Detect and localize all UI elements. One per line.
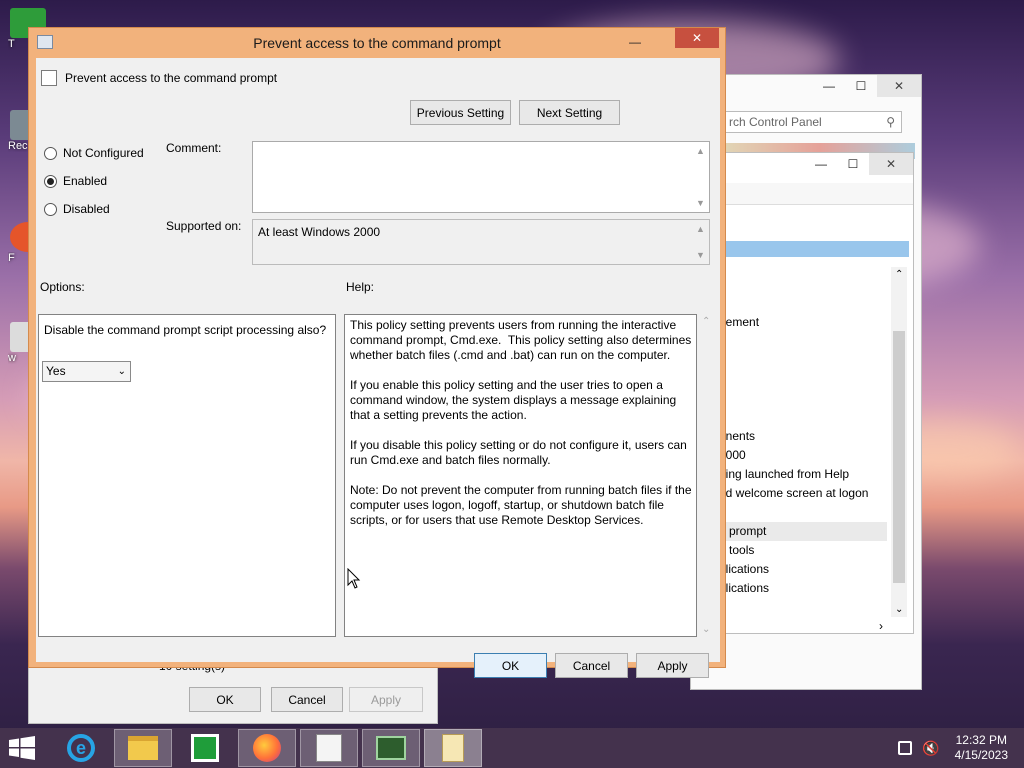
- help-text: This policy setting prevents users from …: [350, 318, 692, 527]
- scroll-down-icon[interactable]: ⌄: [895, 604, 903, 615]
- radio-not-configured[interactable]: Not Configured: [44, 146, 144, 160]
- apply-button[interactable]: Apply: [636, 653, 709, 678]
- search-placeholder: rch Control Panel: [729, 115, 822, 129]
- policy-name: Prevent access to the command prompt: [65, 71, 278, 85]
- taskbar-task-manager[interactable]: [362, 729, 420, 767]
- scroll-down-icon[interactable]: ▼: [696, 198, 705, 208]
- list-item[interactable]: eing launched from Help: [719, 465, 887, 484]
- help-label: Help:: [346, 280, 375, 294]
- taskbar-notes[interactable]: [424, 729, 482, 767]
- radio-circle: [44, 146, 57, 160]
- cancel-button[interactable]: Cancel: [555, 653, 628, 678]
- minimize-icon[interactable]: —: [619, 31, 651, 53]
- scroll-up-icon[interactable]: ▲: [696, 224, 705, 234]
- firefox-icon: [253, 734, 281, 762]
- radio-circle: [44, 202, 57, 216]
- search-icon: ⚲: [886, 115, 895, 129]
- menu-bar: [701, 183, 913, 205]
- volume-muted-icon[interactable]: 🔇: [922, 740, 939, 757]
- next-setting-button[interactable]: Next Setting: [519, 100, 620, 125]
- comment-label: Comment:: [166, 141, 222, 155]
- header-strip: [701, 241, 909, 257]
- close-icon[interactable]: ✕: [675, 28, 719, 48]
- list-item[interactable]: plications: [719, 579, 887, 598]
- task-manager-icon: [376, 736, 406, 760]
- scroll-thumb[interactable]: [893, 331, 905, 583]
- back-apply-button[interactable]: Apply: [349, 687, 423, 712]
- scroll-right-icon[interactable]: ›: [879, 619, 883, 633]
- list-item[interactable]: ed welcome screen at logon: [719, 484, 887, 503]
- list-item[interactable]: plications: [719, 560, 887, 579]
- help-panel: This policy setting prevents users from …: [344, 314, 697, 637]
- ie-icon: e: [67, 734, 95, 762]
- notepad-icon: [316, 734, 342, 762]
- chevron-down-icon: ⌄: [117, 366, 126, 377]
- taskbar-notepad[interactable]: [300, 729, 358, 767]
- store-icon: [191, 734, 219, 762]
- scroll-down-icon[interactable]: ⌄: [702, 624, 710, 635]
- taskbar: e 🔇 12:32 PM 4/15/2023: [0, 728, 1024, 768]
- scroll-up-icon[interactable]: ⌃: [702, 316, 710, 327]
- policy-icon: [41, 70, 57, 86]
- comment-input[interactable]: ▲ ▼: [252, 141, 710, 213]
- radio-enabled[interactable]: Enabled: [44, 174, 107, 188]
- close-icon[interactable]: ✕: [877, 75, 921, 97]
- supported-scrollbar[interactable]: ▲ ▼: [693, 221, 708, 263]
- list-item-selected[interactable]: d prompt: [715, 522, 887, 541]
- notes-icon: [442, 734, 464, 762]
- close-icon[interactable]: ✕: [869, 153, 913, 175]
- ok-button[interactable]: OK: [474, 653, 547, 678]
- comment-scrollbar[interactable]: ▲ ▼: [693, 143, 708, 211]
- maximize-icon[interactable]: ☐: [845, 75, 877, 97]
- policy-dialog[interactable]: Prevent access to the command prompt — ✕…: [28, 27, 726, 678]
- supported-on-label: Supported on:: [166, 219, 242, 233]
- search-input[interactable]: rch Control Panel ⚲: [725, 111, 902, 133]
- back-ok-button[interactable]: OK: [189, 687, 261, 712]
- start-button[interactable]: [8, 736, 36, 760]
- supported-on-field: At least Windows 2000 ▲ ▼: [252, 219, 710, 265]
- help-scrollbar[interactable]: ⌃ ⌄: [698, 314, 714, 637]
- list-item[interactable]: onents: [719, 427, 887, 446]
- script-processing-select[interactable]: Yes ⌄: [42, 361, 131, 382]
- taskbar-store[interactable]: [176, 729, 234, 767]
- back-cancel-button[interactable]: Cancel: [271, 687, 343, 712]
- tree-scrollbar[interactable]: ⌃ ⌄: [891, 267, 907, 617]
- option-question: Disable the command prompt script proces…: [44, 323, 327, 337]
- options-panel: Disable the command prompt script proces…: [38, 314, 336, 637]
- network-icon[interactable]: [898, 741, 912, 755]
- policy-list: gement onents 2000 eing launched from He…: [715, 313, 887, 598]
- maximize-icon[interactable]: ☐: [837, 153, 869, 175]
- taskbar-ie[interactable]: e: [52, 729, 110, 767]
- taskbar-file-explorer[interactable]: [114, 729, 172, 767]
- windows-logo-icon: [9, 736, 35, 760]
- list-item[interactable]: 2000: [719, 446, 887, 465]
- dialog-body: Prevent access to the command prompt Pre…: [36, 58, 720, 678]
- minimize-icon[interactable]: —: [805, 153, 837, 175]
- clock-time: 12:32 PM: [955, 733, 1007, 747]
- scroll-up-icon[interactable]: ▲: [696, 146, 705, 156]
- list-item[interactable]: gement: [719, 313, 887, 332]
- file-explorer-icon: [128, 736, 158, 760]
- scroll-up-icon[interactable]: ⌃: [895, 269, 903, 280]
- group-policy-window[interactable]: — ☐ ✕ ⌃ ⌄ gement onents 2000 eing launch…: [700, 152, 914, 634]
- clock-date: 4/15/2023: [954, 748, 1008, 762]
- options-label: Options:: [40, 280, 85, 294]
- scroll-down-icon[interactable]: ▼: [696, 250, 705, 260]
- previous-setting-button[interactable]: Previous Setting: [410, 100, 511, 125]
- radio-disabled[interactable]: Disabled: [44, 202, 110, 216]
- minimize-icon[interactable]: —: [813, 75, 845, 97]
- system-clock[interactable]: 12:32 PM 4/15/2023: [955, 733, 1008, 763]
- taskbar-firefox[interactable]: [238, 729, 296, 767]
- radio-circle-checked: [44, 174, 57, 188]
- list-item[interactable]: g tools: [719, 541, 887, 560]
